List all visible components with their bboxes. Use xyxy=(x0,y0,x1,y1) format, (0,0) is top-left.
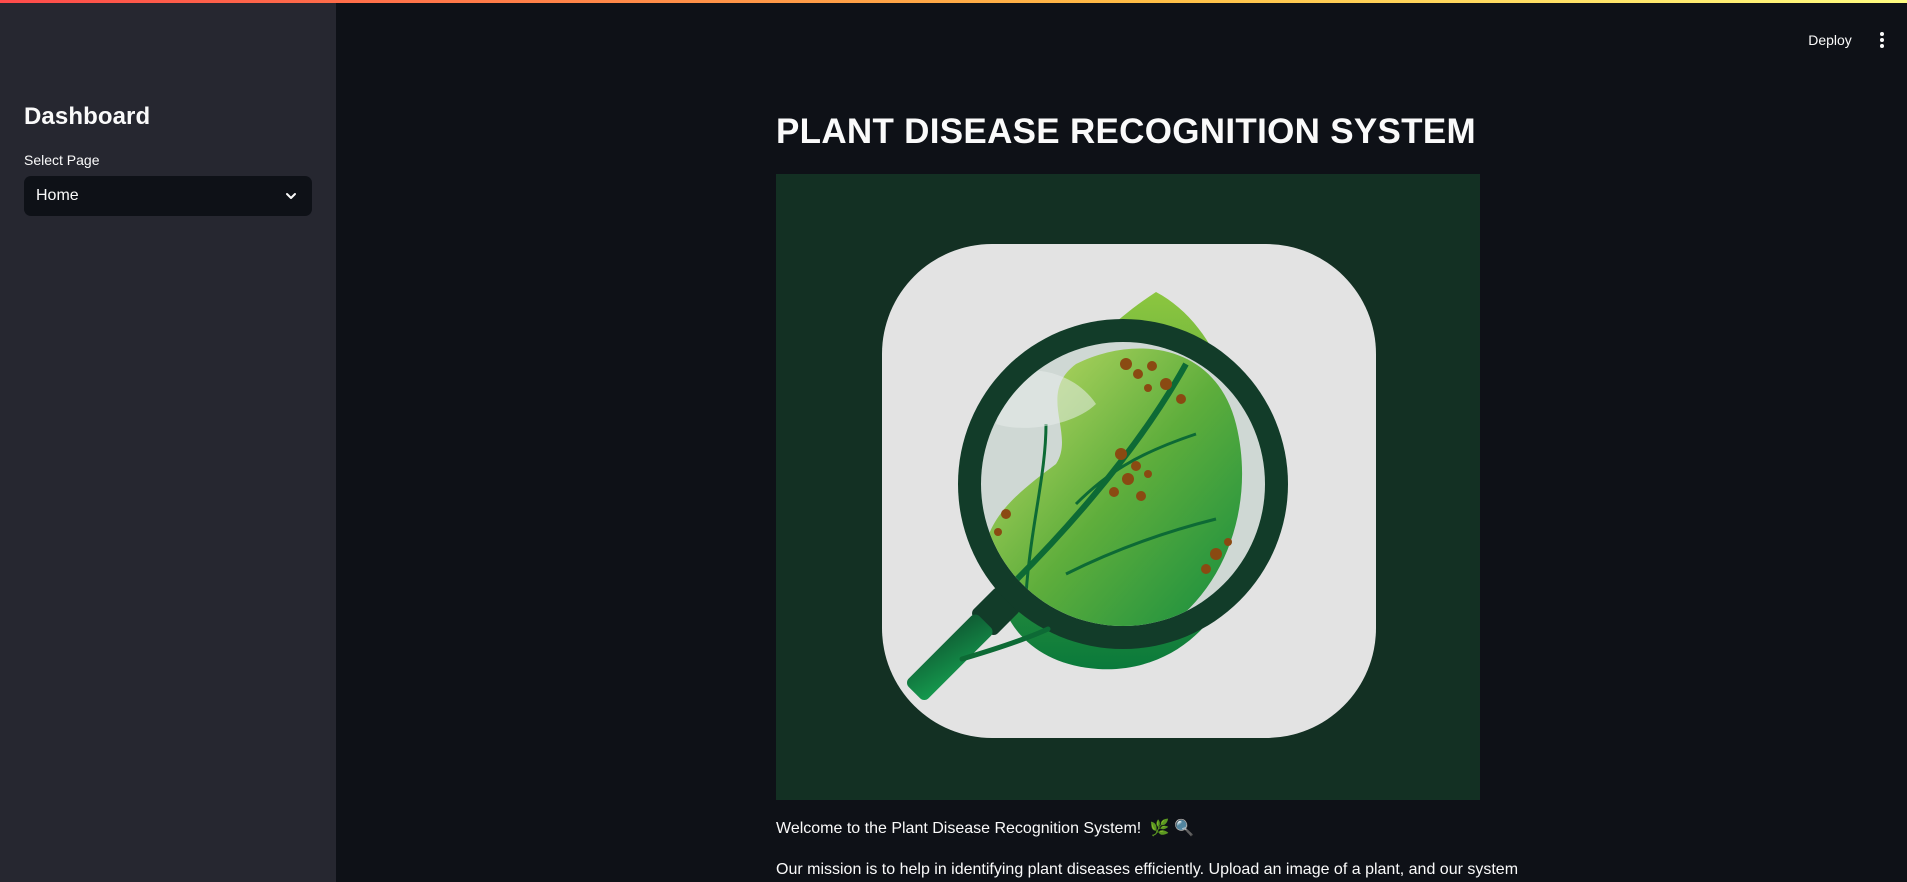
welcome-message: Welcome to the Plant Disease Recognition… xyxy=(776,820,1142,837)
welcome-text: Welcome to the Plant Disease Recognition… xyxy=(776,818,1194,838)
sidebar: Dashboard Select Page Home xyxy=(0,0,336,882)
welcome-emojis: 🌿 🔍 xyxy=(1149,820,1194,837)
top-decoration-bar xyxy=(0,0,1907,3)
select-page-value: Home xyxy=(36,187,79,204)
deploy-button[interactable]: Deploy xyxy=(1800,26,1860,54)
select-page-label: Select Page xyxy=(24,152,100,168)
more-vertical-icon xyxy=(1880,32,1884,48)
chevron-down-icon xyxy=(286,193,296,199)
hero-image xyxy=(776,174,1480,800)
page-title: PLANT DISEASE RECOGNITION SYSTEM xyxy=(776,112,1476,151)
sidebar-title: Dashboard xyxy=(24,103,151,130)
select-page-dropdown[interactable]: Home xyxy=(24,176,312,216)
mission-text: Our mission is to help in identifying pl… xyxy=(776,861,1519,878)
main-menu-button[interactable] xyxy=(1872,26,1892,54)
leaf-magnifier-logo xyxy=(882,244,1376,738)
